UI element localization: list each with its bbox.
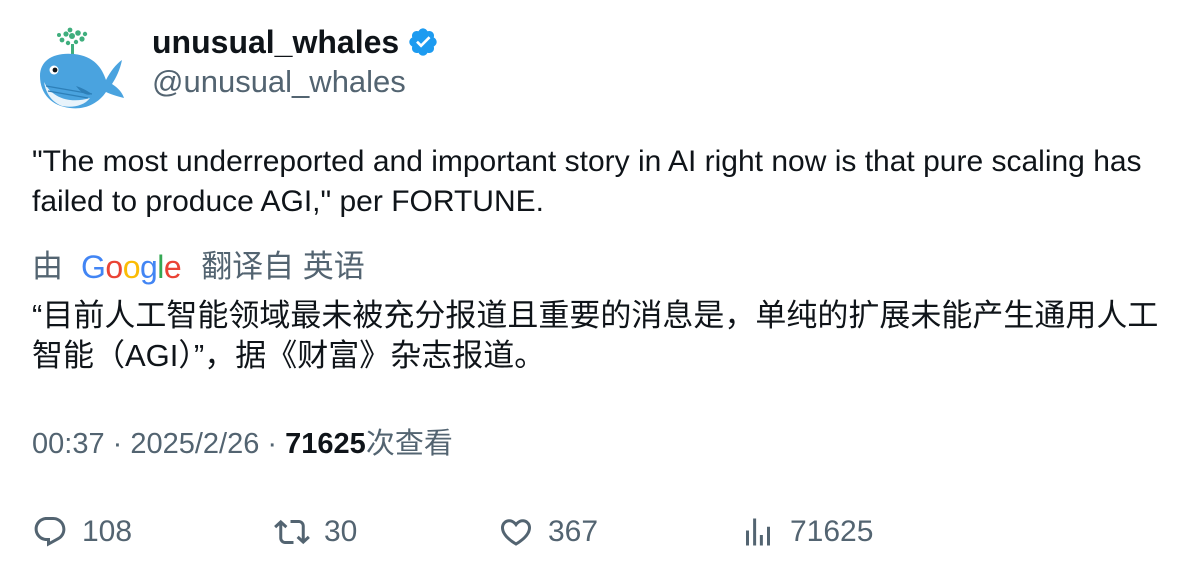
reply-count: 108 bbox=[82, 515, 133, 548]
like-count: 367 bbox=[548, 515, 599, 548]
translated-text: “目前人工智能领域最未被充分报道且重要的消息是，单纯的扩展未能产生通用人工智能（… bbox=[32, 298, 1159, 373]
tweet-action-bar: 108 30 367 71625 bbox=[0, 510, 1196, 554]
whale-avatar-icon bbox=[40, 27, 124, 109]
google-logo: Google bbox=[81, 249, 182, 285]
translation-by-label: 由 bbox=[32, 249, 63, 284]
tweet-date[interactable]: 2025/2/26 bbox=[130, 424, 259, 464]
meta-separator: · bbox=[259, 428, 286, 460]
heart-icon bbox=[500, 519, 532, 546]
author-handle[interactable]: @unusual_whales bbox=[152, 62, 406, 102]
tweet-meta: 00:37 · 2025/2/26 · 71625 次查看 bbox=[32, 424, 453, 464]
author-name-row: unusual_whales bbox=[152, 22, 439, 62]
retweet-icon bbox=[274, 519, 310, 545]
translation-attribution: 由 Google 翻译自 英语 bbox=[32, 246, 365, 288]
meta-separator: · bbox=[104, 428, 131, 460]
translation-source-link[interactable]: 翻译自 英语 bbox=[201, 246, 365, 288]
retweet-count: 30 bbox=[324, 515, 358, 548]
avatar[interactable] bbox=[32, 24, 124, 116]
bar-chart-icon bbox=[746, 518, 770, 546]
like-button[interactable]: 367 bbox=[498, 510, 598, 554]
author-display-name[interactable]: unusual_whales bbox=[152, 22, 399, 62]
reply-button[interactable]: 108 bbox=[32, 510, 132, 554]
tweet-text: "The most underreported and important st… bbox=[32, 145, 1142, 218]
views-count: 71625 bbox=[285, 428, 366, 460]
views-button[interactable]: 71625 bbox=[740, 510, 873, 554]
reply-icon bbox=[34, 517, 66, 547]
retweet-button[interactable]: 30 bbox=[274, 510, 357, 554]
views-label: 次查看 bbox=[365, 428, 453, 460]
verified-badge-icon[interactable] bbox=[407, 26, 439, 58]
views-count-action: 71625 bbox=[790, 515, 874, 548]
tweet-time[interactable]: 00:37 bbox=[32, 424, 105, 464]
